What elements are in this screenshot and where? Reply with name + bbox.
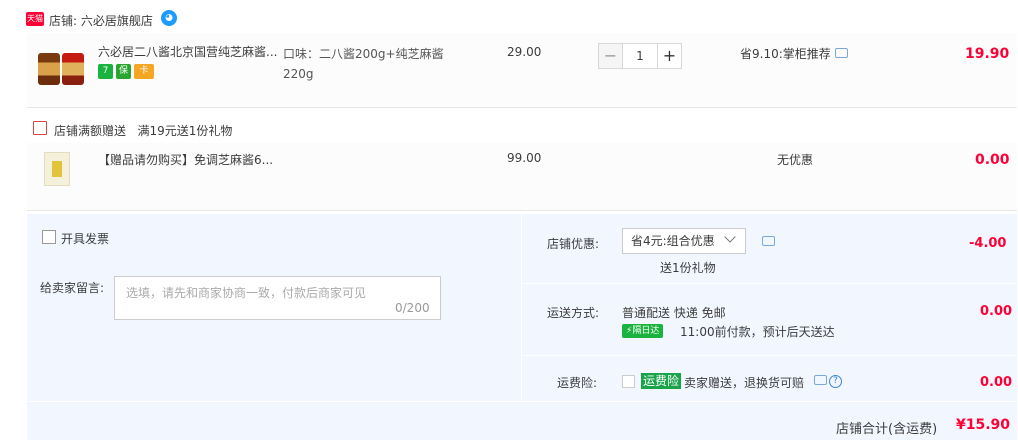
product-image[interactable] (62, 53, 84, 85)
product-image[interactable] (38, 53, 60, 85)
seven-day-return-icon[interactable]: 7 (98, 64, 113, 79)
shipping-note: 11:00前付款，预计后天送达 (680, 325, 835, 339)
product-sku: 口味：二八酱200g+纯芝麻酱220g (283, 47, 444, 81)
saving-info: 省9.10:掌柜推荐 (740, 45, 848, 62)
quantity-input[interactable]: 1 (623, 43, 657, 69)
shipping-amount: 0.00 (980, 304, 1013, 319)
next-day-badge: ⚡隔日达 (622, 324, 664, 338)
message-icon[interactable] (762, 236, 775, 246)
discount-amount: -4.00 (969, 236, 1007, 251)
divider (522, 283, 1017, 284)
shipping-method: 普通配送 快递 免邮 (622, 306, 726, 320)
shop-name[interactable]: 店铺: 六必居旗舰店 (49, 12, 153, 29)
quantity-stepper: − 1 + (598, 43, 682, 69)
help-icon[interactable]: ? (829, 375, 842, 388)
gift-promo-label: 店铺满额赠送 满19元送1份礼物 (54, 124, 233, 138)
tmall-badge: 天猫 (26, 12, 44, 26)
increase-button[interactable]: + (657, 43, 682, 69)
unit-price: 29.00 (507, 45, 542, 59)
decrease-button[interactable]: − (598, 43, 623, 69)
invoice-checkbox[interactable] (42, 230, 56, 244)
gift-title[interactable]: 【赠品请勿购买】免调芝麻酱6... (98, 151, 273, 168)
shop-discount-label: 店铺优惠: (547, 237, 600, 251)
guarantee-icon[interactable]: 保 (116, 64, 131, 79)
gift-image[interactable] (44, 152, 70, 186)
insurance-text: 卖家赠送，退换货可赔 (684, 376, 805, 390)
divider (522, 355, 1017, 356)
insurance-amount: 0.00 (980, 375, 1013, 390)
card-payment-icon[interactable]: 卡 (134, 64, 154, 79)
gift-price: 99.00 (507, 151, 542, 165)
insurance-checkbox[interactable] (622, 375, 635, 388)
shipping-label: 运送方式: (547, 306, 600, 320)
gift-subtotal: 0.00 (975, 152, 1010, 168)
saving-text: 省9.10:掌柜推荐 (740, 47, 831, 61)
memo-char-count: 0/200 (395, 301, 430, 315)
memo-placeholder: 选填，请先和商家协商一致，付款后商家可见 (126, 286, 367, 300)
insurance-label: 运费险: (557, 376, 598, 390)
gift-discount: 无优惠 (777, 153, 814, 167)
insurance-icons: ? (814, 375, 842, 388)
divider (521, 214, 522, 401)
shop-total-amount: ¥15.90 (956, 417, 1011, 433)
next-day-label: 隔日达 (632, 326, 660, 336)
invoice-label[interactable]: 开具发票 (61, 230, 109, 247)
insurance-badge: 运费险 (641, 373, 682, 389)
gift-icon (33, 121, 47, 135)
item-subtotal: 19.90 (965, 46, 1010, 62)
product-title[interactable]: 六必居二八酱北京国营纯芝麻酱... (98, 44, 278, 60)
service-badges: 7 保 卡 (98, 64, 154, 79)
message-icon[interactable] (834, 48, 848, 58)
wangwang-icon[interactable]: ◕ (161, 10, 177, 26)
discount-gift-note: 送1份礼物 (660, 261, 716, 275)
memo-label: 给卖家留言: (40, 281, 105, 295)
shop-total-label: 店铺合计(含运费) (836, 422, 938, 437)
message-icon[interactable] (814, 375, 827, 385)
